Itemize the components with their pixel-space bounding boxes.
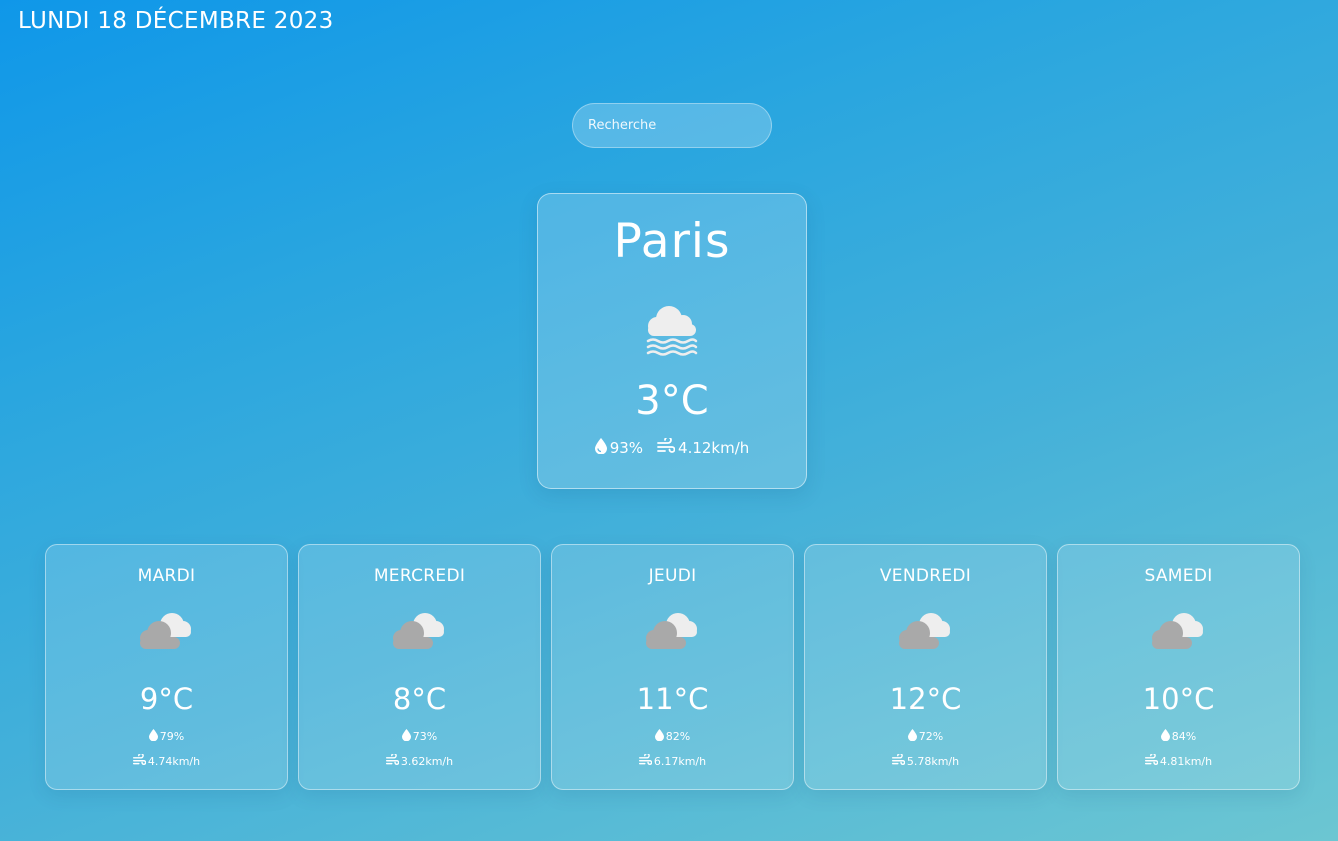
- droplet-icon: [594, 438, 607, 458]
- forecast-day: JEUDI: [648, 566, 697, 586]
- forecast-day: SAMEDI: [1144, 566, 1213, 586]
- wind-detail: 4.12km/h: [657, 436, 750, 458]
- wind-icon: [1144, 752, 1159, 769]
- forecast-wind-value: 5.78km/h: [906, 755, 960, 768]
- forecast-wind-value: 6.17km/h: [653, 755, 707, 768]
- forecast-card: VENDREDI 12°C 72% 5.78km/h: [804, 544, 1047, 790]
- droplet-icon: [1160, 729, 1170, 744]
- wind-value: 4.12km/h: [678, 439, 750, 457]
- forecast-wind: 4.81km/h: [1058, 752, 1299, 769]
- droplet-icon: [148, 729, 158, 744]
- forecast-humidity: 73%: [299, 729, 540, 744]
- date-heading: LUNDI 18 DÉCEMBRE 2023: [18, 8, 334, 34]
- forecast-humidity-value: 82%: [665, 730, 691, 743]
- forecast-wind: 6.17km/h: [552, 752, 793, 769]
- forecast-temperature: 9°C: [139, 682, 194, 716]
- cloud-icon: [390, 607, 446, 659]
- forecast-temperature: 11°C: [636, 682, 709, 716]
- forecast-humidity-value: 84%: [1171, 730, 1197, 743]
- humidity-value: 93%: [609, 439, 644, 457]
- forecast-humidity: 82%: [552, 729, 793, 744]
- forecast-temperature: 12°C: [889, 682, 962, 716]
- forecast-wind-value: 4.74km/h: [147, 755, 201, 768]
- wind-icon: [657, 436, 676, 458]
- search-input[interactable]: [572, 103, 772, 148]
- forecast-card: MARDI 9°C 79% 4.74km/h: [45, 544, 288, 790]
- cloud-icon: [643, 607, 699, 659]
- forecast-card: JEUDI 11°C 82% 6.17km/h: [551, 544, 794, 790]
- city-name: Paris: [613, 214, 731, 269]
- forecast-day: MARDI: [137, 566, 196, 586]
- wind-icon: [385, 752, 400, 769]
- forecast-wind: 4.74km/h: [46, 752, 287, 769]
- wind-icon: [132, 752, 147, 769]
- cloud-icon: [896, 607, 952, 659]
- humidity-detail: 93%: [594, 438, 644, 458]
- cloud-icon: [1149, 607, 1205, 659]
- forecast-humidity-value: 72%: [918, 730, 944, 743]
- forecast-card: SAMEDI 10°C 84% 4.81km/h: [1057, 544, 1300, 790]
- forecast-wind: 3.62km/h: [299, 752, 540, 769]
- forecast-day: VENDREDI: [879, 566, 972, 586]
- forecast-day: MERCREDI: [373, 566, 466, 586]
- forecast-wind-value: 4.81km/h: [1159, 755, 1213, 768]
- forecast-humidity-value: 79%: [159, 730, 185, 743]
- droplet-icon: [907, 729, 917, 744]
- droplet-icon: [401, 729, 411, 744]
- forecast-humidity-value: 73%: [412, 730, 438, 743]
- cloud-icon: [137, 607, 193, 659]
- forecast-temperature: 10°C: [1142, 682, 1215, 716]
- fog-icon: [644, 300, 700, 360]
- forecast-humidity: 72%: [805, 729, 1046, 744]
- forecast-card: MERCREDI 8°C 73% 3.62km/h: [298, 544, 541, 790]
- forecast-temperature: 8°C: [392, 682, 447, 716]
- current-weather-card: Paris 3°C 93% 4.12km/h: [537, 193, 807, 489]
- forecast-wind: 5.78km/h: [805, 752, 1046, 769]
- wind-icon: [891, 752, 906, 769]
- forecast-wind-value: 3.62km/h: [400, 755, 454, 768]
- droplet-icon: [654, 729, 664, 744]
- current-temperature: 3°C: [635, 378, 709, 424]
- forecast-humidity: 84%: [1058, 729, 1299, 744]
- current-details: 93% 4.12km/h: [538, 436, 806, 458]
- forecast-humidity: 79%: [46, 729, 287, 744]
- wind-icon: [638, 752, 653, 769]
